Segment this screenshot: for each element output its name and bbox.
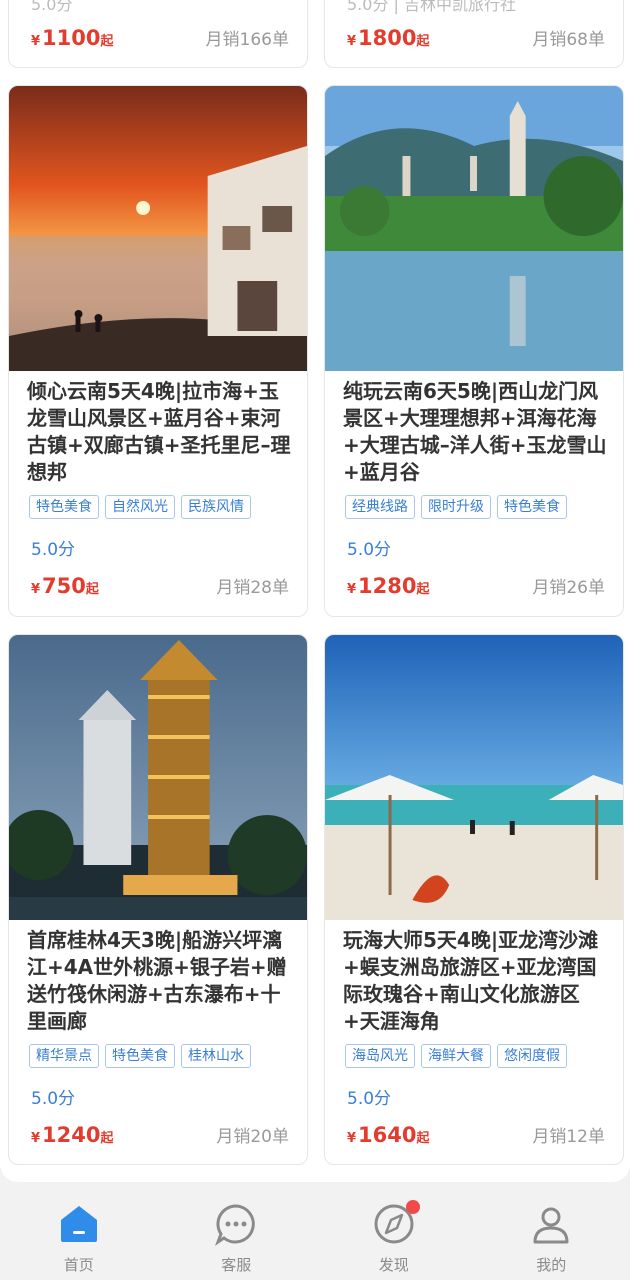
rating-score: 5.0分: [31, 540, 76, 560]
content-panel: 5.0分 ¥1100起 月销166单 5.0分 | 吉林中凯旅行社 ¥1800起…: [0, 0, 630, 1182]
tab-mine[interactable]: 我的: [473, 1190, 630, 1280]
three-pagodas-photo: [325, 86, 623, 371]
card-title: 首席桂林4天3晚|船游兴坪漓江+4A世外桃源+银子岩+赠送竹筏休闲游+古东瀑布+…: [27, 928, 287, 1033]
product-card[interactable]: 倾心云南5天4晚|拉市海+玉龙雪山风景区+蓝月谷+束河古镇+双廊古镇+圣托里尼–…: [8, 85, 308, 617]
card-title: 玩海大师5天4晚|亚龙湾沙滩+蜈支洲岛旅游区+亚龙湾国际玫瑰谷+南山文化旅游区+…: [343, 928, 599, 1033]
card-meta: 5.0分: [31, 0, 73, 14]
card-meta: 5.0分 | 吉林中凯旅行社: [347, 0, 517, 14]
monthly-sales: 月销12单: [532, 1127, 605, 1147]
card-title: 倾心云南5天4晚|拉市海+玉龙雪山风景区+蓝月谷+束河古镇+双廊古镇+圣托里尼–…: [27, 379, 291, 484]
monthly-sales: 月销28单: [216, 578, 289, 598]
tag-list: 精华景点 特色美食 桂林山水: [29, 1044, 251, 1068]
tag: 桂林山水: [181, 1044, 251, 1068]
tab-label: 发现: [378, 1256, 409, 1274]
tab-discover[interactable]: 发现: [315, 1190, 473, 1280]
tag-list: 海岛风光 海鲜大餐 悠闲度假: [345, 1044, 567, 1068]
price: ¥1280起: [347, 574, 430, 598]
card-title: 纯玩云南6天5晚|西山龙门风景区+大理理想邦+洱海花海+大理古城–洋人街+玉龙雪…: [343, 379, 607, 484]
product-card[interactable]: 纯玩云南6天5晚|西山龙门风景区+大理理想邦+洱海花海+大理古城–洋人街+玉龙雪…: [324, 85, 624, 617]
compass-icon: [372, 1200, 420, 1246]
tab-home[interactable]: 首页: [0, 1190, 158, 1280]
notification-badge: [405, 1200, 420, 1214]
monthly-sales: 月销166单: [205, 30, 289, 50]
tag: 民族风情: [181, 495, 251, 519]
sun-moon-pagodas-photo: [9, 635, 307, 920]
rating-score: 5.0分: [31, 1089, 76, 1109]
tag: 海岛风光: [345, 1044, 415, 1068]
beach-umbrella-photo: [325, 635, 623, 920]
tag: 特色美食: [105, 1044, 175, 1068]
monthly-sales: 月销68单: [532, 30, 605, 50]
price: ¥750起: [31, 574, 99, 598]
tag: 限时升级: [421, 495, 491, 519]
product-card[interactable]: 玩海大师5天4晚|亚龙湾沙滩+蜈支洲岛旅游区+亚龙湾国际玫瑰谷+南山文化旅游区+…: [324, 634, 624, 1165]
tag: 经典线路: [345, 495, 415, 519]
tag: 特色美食: [497, 495, 567, 519]
price: ¥1640起: [347, 1123, 430, 1147]
tab-label: 我的: [536, 1256, 567, 1274]
user-icon: [529, 1202, 573, 1246]
chat-icon: [214, 1202, 258, 1246]
home-icon: [57, 1202, 101, 1246]
tag: 悠闲度假: [497, 1044, 567, 1068]
rating-score: 5.0分: [347, 1089, 392, 1109]
tab-label: 客服: [221, 1256, 252, 1274]
tag: 特色美食: [29, 495, 99, 519]
price: ¥1800起: [347, 26, 430, 50]
price: ¥1100起: [31, 26, 114, 50]
tag: 精华景点: [29, 1044, 99, 1068]
product-card[interactable]: 5.0分 ¥1100起 月销166单: [8, 0, 308, 68]
monthly-sales: 月销20单: [216, 1127, 289, 1147]
tag: 海鲜大餐: [421, 1044, 491, 1068]
product-card[interactable]: 首席桂林4天3晚|船游兴坪漓江+4A世外桃源+银子岩+赠送竹筏休闲游+古东瀑布+…: [8, 634, 308, 1165]
tab-label: 首页: [63, 1256, 94, 1274]
bottom-tab-bar: 首页 客服 发现 我的: [0, 1190, 630, 1280]
sunset-seaside-photo: [9, 86, 307, 371]
monthly-sales: 月销26单: [532, 578, 605, 598]
rating-score: 5.0分: [347, 540, 392, 560]
tag: 自然风光: [105, 495, 175, 519]
product-card[interactable]: 5.0分 | 吉林中凯旅行社 ¥1800起 月销68单: [324, 0, 624, 68]
tab-service[interactable]: 客服: [158, 1190, 316, 1280]
tag-list: 经典线路 限时升级 特色美食: [345, 495, 567, 519]
price: ¥1240起: [31, 1123, 114, 1147]
tag-list: 特色美食 自然风光 民族风情: [29, 495, 251, 519]
